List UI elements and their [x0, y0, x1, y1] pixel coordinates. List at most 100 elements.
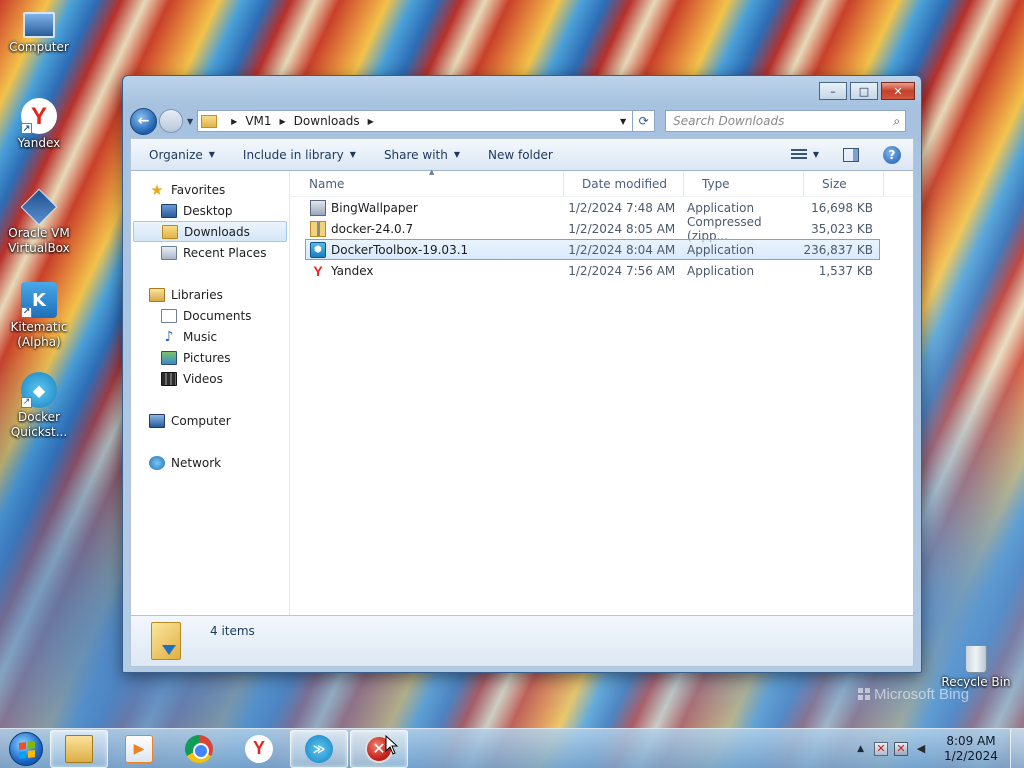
nav-documents[interactable]: Documents [131, 305, 289, 326]
downloads-folder-icon [162, 224, 178, 239]
breadcrumb-downloads[interactable]: Downloads [294, 114, 360, 128]
minimize-button[interactable]: – [819, 82, 847, 100]
computer-icon [23, 12, 55, 38]
new-folder-button[interactable]: New folder [488, 148, 553, 162]
help-icon[interactable]: ? [883, 145, 901, 164]
clock[interactable]: 8:09 AM 1/2/2024 [938, 734, 1004, 764]
desktop-icon-kitematic[interactable]: K ↗ Kitematic (Alpha) [4, 282, 74, 350]
close-button[interactable]: ✕ [881, 82, 915, 100]
taskbar-chrome[interactable] [170, 730, 228, 768]
navigation-pane: ★ Favorites Desktop Downloads Recent Plac… [131, 171, 290, 615]
network-status-icon[interactable]: ✕ [894, 741, 908, 756]
column-size[interactable]: Size [804, 171, 884, 196]
column-date-modified[interactable]: Date modified [564, 171, 684, 196]
organize-label: Organize [149, 147, 203, 162]
desktop-icon-label: Docker Quickst... [10, 410, 68, 439]
share-with-label: Share with [383, 147, 448, 162]
file-size: 1,537 KB [818, 263, 873, 278]
file-row[interactable]: BingWallpaper 1/2/2024 7:48 AM Applicati… [291, 197, 913, 218]
desktop-icon-label: Computer [9, 40, 69, 54]
chevron-down-icon: ▼ [349, 150, 356, 159]
nav-recent-places[interactable]: Recent Places [131, 242, 289, 263]
action-center-icon[interactable]: ✕ [874, 741, 888, 756]
share-with-button[interactable]: Share with ▼ [384, 148, 460, 162]
chrome-icon [185, 734, 213, 763]
views-dropdown-icon[interactable]: ▼ [813, 150, 819, 159]
file-row[interactable]: Y Yandex 1/2/2024 7:56 AM Application 1,5… [291, 260, 913, 281]
include-in-library-button[interactable]: Include in library ▼ [243, 148, 356, 162]
nav-label: Music [183, 329, 218, 344]
explorer-window: – □ ✕ ← ▼ ▶ VM1 ▶ Downloads ▶ ▼ ⟳ Search… [122, 75, 922, 673]
desktop-icon-recycle-bin[interactable]: Recycle Bin [940, 645, 1012, 690]
window-controls: – □ ✕ [819, 82, 915, 100]
start-button[interactable] [4, 730, 48, 768]
docker-icon: ◆ ↗ [21, 372, 57, 408]
address-dropdown-icon[interactable]: ▼ [620, 117, 626, 126]
search-input[interactable]: Search Downloads ⌕ [665, 110, 907, 132]
file-name: Yandex [331, 263, 374, 278]
nav-videos[interactable]: Videos [131, 368, 289, 389]
file-name: BingWallpaper [331, 200, 418, 215]
organize-button[interactable]: Organize ▼ [149, 148, 215, 162]
nav-label: Computer [171, 413, 231, 428]
search-icon[interactable]: ⌕ [893, 114, 900, 129]
star-icon: ★ [150, 180, 164, 199]
column-name[interactable]: Name [291, 171, 564, 196]
bing-watermark: Microsoft Bing [858, 686, 969, 703]
refresh-button[interactable]: ⟳ [633, 110, 656, 132]
nav-network[interactable]: Network [131, 452, 289, 473]
column-type[interactable]: Type [684, 171, 804, 196]
desktop-icon-docker-quickstart[interactable]: ◆ ↗ Docker Quickst... [4, 372, 74, 440]
breadcrumb-vm1[interactable]: VM1 [245, 114, 271, 128]
include-in-library-label: Include in library [242, 147, 344, 162]
taskbar-docker[interactable]: ≫ [290, 729, 348, 768]
nav-favorites[interactable]: ★ Favorites [131, 179, 289, 200]
yandex-icon: Y ↗ [21, 98, 57, 134]
file-date: 1/2/2024 7:56 AM [568, 263, 676, 278]
network-icon [149, 455, 165, 470]
nav-label: Desktop [183, 203, 233, 218]
taskbar-error-app[interactable]: ✕ [350, 729, 408, 768]
desktop-icon-yandex[interactable]: Y ↗ Yandex [4, 98, 74, 151]
desktop-icon-computer[interactable]: Computer [4, 6, 74, 55]
nav-pictures[interactable]: Pictures [131, 347, 289, 368]
file-row-selected[interactable]: ⬢ DockerToolbox-19.03.1 1/2/2024 8:04 AM … [291, 239, 913, 260]
desktop-icon-virtualbox[interactable]: Oracle VM VirtualBox [4, 188, 74, 256]
maximize-button[interactable]: □ [850, 82, 878, 100]
nav-computer[interactable]: Computer [131, 410, 289, 431]
nav-desktop[interactable]: Desktop [131, 200, 289, 221]
views-icon[interactable] [790, 148, 807, 161]
folder-icon [201, 114, 218, 128]
nav-libraries[interactable]: Libraries [131, 284, 289, 305]
nav-downloads[interactable]: Downloads [133, 221, 287, 242]
recycle-bin-icon [965, 645, 987, 673]
shortcut-arrow-icon: ↗ [21, 397, 32, 408]
system-tray: ▲ ✕ ✕ ◀ 8:09 AM 1/2/2024 [857, 729, 1024, 768]
recent-pages-dropdown[interactable]: ▼ [187, 117, 193, 126]
recent-places-icon [161, 245, 177, 260]
taskbar-yandex[interactable]: Y [230, 730, 288, 768]
libraries-icon [149, 287, 165, 302]
show-desktop-button[interactable] [1010, 729, 1024, 768]
address-bar[interactable]: ▶ VM1 ▶ Downloads ▶ ▼ [197, 110, 634, 132]
nav-music[interactable]: ♪ Music [131, 326, 289, 347]
application-icon [310, 199, 326, 216]
documents-icon [161, 308, 177, 323]
volume-muted-icon[interactable]: ◀ [914, 742, 928, 756]
preview-pane-icon[interactable] [843, 147, 859, 162]
back-button[interactable]: ← [130, 107, 157, 135]
nav-label: Pictures [183, 350, 231, 365]
taskbar-media-player[interactable]: ▶ [110, 730, 168, 768]
forward-button[interactable] [159, 109, 183, 133]
file-list: ▲ Name Date modified Type Size BingWallp… [291, 168, 913, 615]
file-type: Application [687, 263, 755, 278]
yandex-icon: Y [313, 262, 323, 279]
music-icon: ♪ [164, 328, 174, 345]
breadcrumb-separator-icon[interactable]: ▶ [231, 117, 237, 126]
breadcrumb-separator-icon[interactable]: ▶ [368, 117, 374, 126]
taskbar-explorer[interactable] [50, 729, 108, 768]
file-row[interactable]: docker-24.0.7 1/2/2024 8:05 AM Compresse… [291, 215, 913, 243]
docker-icon: ≫ [305, 734, 333, 763]
show-hidden-icons-icon[interactable]: ▲ [857, 744, 864, 754]
breadcrumb-separator-icon[interactable]: ▶ [280, 117, 286, 126]
